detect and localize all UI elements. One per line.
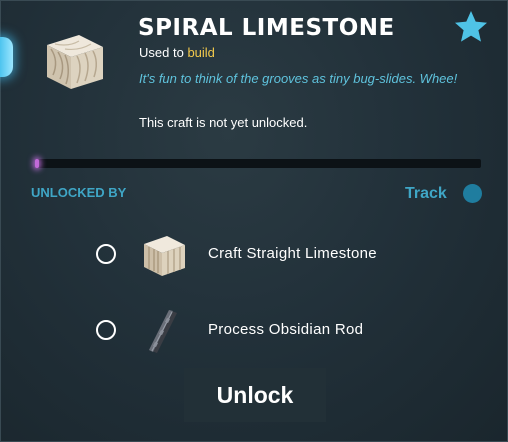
requirement-radio[interactable] [96, 320, 116, 340]
requirement-label: Process Obsidian Rod [208, 321, 364, 338]
star-icon[interactable] [453, 9, 489, 45]
unlocked-by-heading: UNLOCKED BY [31, 185, 127, 200]
craft-status: This craft is not yet unlocked. [139, 115, 308, 130]
requirement-row[interactable]: Craft Straight Limestone [1, 230, 508, 280]
progress-fill [35, 159, 40, 168]
flavor-text: It's fun to think of the grooves as tiny… [139, 71, 458, 86]
requirement-label: Craft Straight Limestone [208, 245, 377, 262]
used-to-line: Used to build [139, 45, 215, 60]
unlock-button[interactable]: Unlock [184, 368, 326, 422]
track-label[interactable]: Track [405, 185, 447, 203]
used-to-prefix: Used to [139, 45, 184, 60]
craft-detail-panel: SPIRAL LIMESTONE Used to build It's fun … [0, 0, 508, 442]
unlock-progress-bar [35, 159, 481, 168]
used-to-keyword: build [187, 45, 215, 60]
track-toggle[interactable] [463, 184, 482, 203]
limestone-block-icon [47, 35, 103, 89]
straight-limestone-icon [144, 236, 185, 276]
side-tab-indicator[interactable] [0, 37, 13, 77]
requirement-row[interactable]: Process Obsidian Rod [1, 306, 508, 356]
requirement-radio[interactable] [96, 244, 116, 264]
item-title: SPIRAL LIMESTONE [138, 15, 395, 41]
obsidian-rod-icon [149, 310, 177, 353]
